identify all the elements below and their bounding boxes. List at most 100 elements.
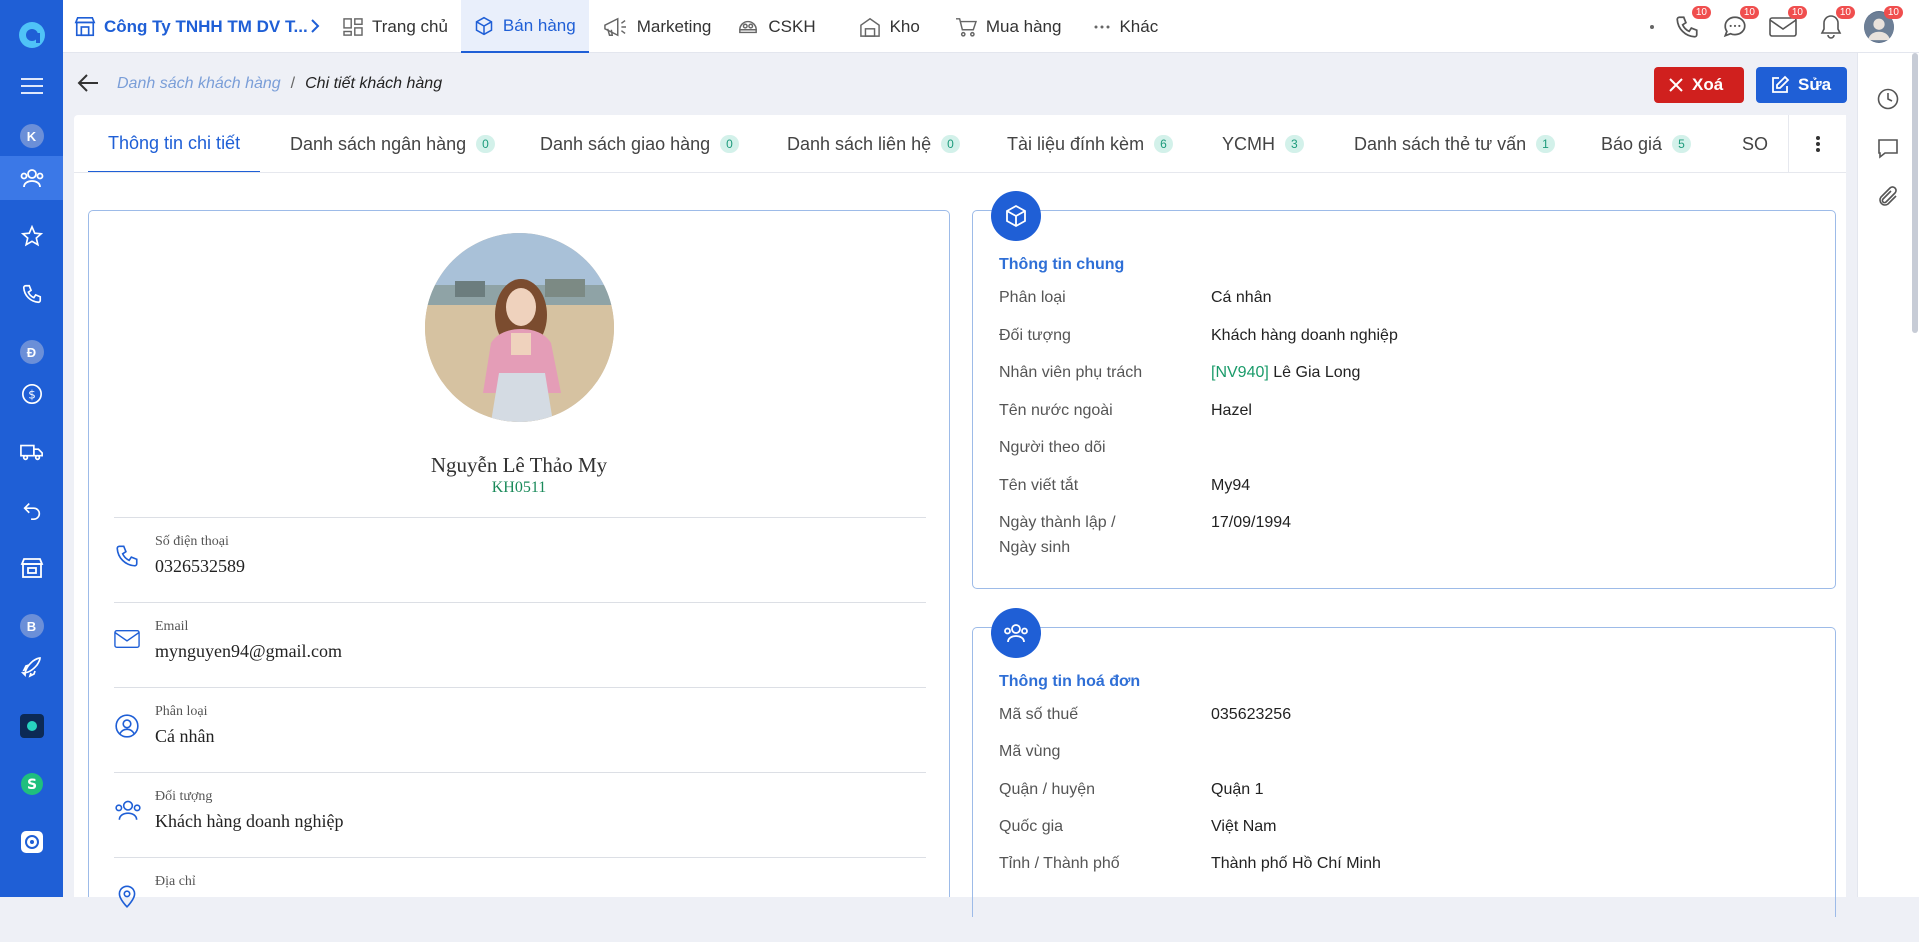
- info-label: Tỉnh / Thành phố: [999, 855, 1120, 872]
- nav-customer-care[interactable]: CSKH: [724, 0, 828, 53]
- sidebar-item-finance[interactable]: $: [0, 372, 63, 416]
- edit-button[interactable]: Sửa: [1756, 67, 1847, 103]
- profile-row-label: Email: [155, 619, 189, 634]
- user-menu[interactable]: 10: [1864, 5, 1903, 43]
- comments-button[interactable]: [1876, 136, 1902, 162]
- sidebar-item-app-3[interactable]: [0, 820, 63, 864]
- building-icon: [74, 16, 96, 36]
- nav-more-label: Khác: [1119, 16, 1159, 36]
- group-icon: [115, 800, 141, 820]
- nav-sales[interactable]: Bán hàng: [460, 0, 589, 53]
- chevron-right-icon: [311, 19, 320, 33]
- attachments-button[interactable]: [1876, 185, 1902, 211]
- info-label: Đối tượng: [999, 327, 1071, 344]
- tab-label: YCMH: [1222, 133, 1275, 154]
- app-logo[interactable]: [0, 13, 63, 57]
- sidebar-item-returns[interactable]: [0, 488, 63, 532]
- chat-button[interactable]: 10: [1720, 5, 1759, 42]
- notifications-button[interactable]: 10: [1816, 5, 1855, 42]
- left-sidebar: K Đ $ B S: [0, 0, 63, 897]
- general-info-panel: Thông tin chung Phân loại Cá nhân Đối tượ…: [972, 191, 1836, 589]
- nav-warehouse[interactable]: Kho: [829, 0, 933, 53]
- tab-ycmh[interactable]: YCMH 3: [1222, 115, 1304, 172]
- info-value: Quận 1: [1211, 781, 1264, 798]
- right-sidebar: [1857, 53, 1919, 897]
- tab-delivery-list[interactable]: Danh sách giao hàng 0: [540, 115, 739, 172]
- info-label: Mã số thuế: [999, 706, 1079, 723]
- users-icon: [20, 169, 43, 188]
- nav-more[interactable]: Khác: [1074, 0, 1171, 53]
- more-icon: [1094, 25, 1110, 28]
- tab-detail-info[interactable]: Thông tin chi tiết: [88, 115, 261, 172]
- tab-bank-list[interactable]: Danh sách ngân hàng 0: [290, 115, 495, 172]
- sidebar-item-launch[interactable]: [0, 646, 63, 690]
- nav-home[interactable]: Trang chủ: [330, 0, 461, 53]
- tab-count-badge: 0: [720, 135, 739, 153]
- sidebar-item-favorites[interactable]: [0, 214, 63, 258]
- phone-icon: [22, 284, 41, 304]
- invoice-info-badge: [991, 608, 1041, 658]
- rocket-icon: [20, 657, 41, 678]
- phone-button[interactable]: 10: [1672, 5, 1711, 42]
- sidebar-item-k[interactable]: K: [0, 114, 63, 158]
- mail-button[interactable]: 10: [1768, 5, 1807, 42]
- sidebar-item-b[interactable]: B: [0, 604, 63, 648]
- tab-so[interactable]: SO: [1742, 115, 1769, 172]
- sidebar-item-app-2[interactable]: S: [0, 762, 63, 806]
- customer-care-icon: [739, 20, 758, 33]
- nav-marketing[interactable]: Marketing: [589, 0, 725, 53]
- tab-label: Báo giá: [1601, 133, 1663, 154]
- invoice-info-panel: Thông tin hoá đơn Mã số thuế 035623256 Mã…: [972, 608, 1836, 917]
- cart-icon: [955, 17, 977, 37]
- top-actions: 10 10 10 10 10: [1650, 0, 1903, 53]
- page-scrollbar[interactable]: [1911, 53, 1919, 897]
- profile-row-phone: Số điện thoại 0326532589: [114, 517, 926, 602]
- tabs-more-button[interactable]: [1788, 115, 1846, 172]
- group-icon: [1004, 624, 1028, 643]
- profile-row-value: Khách hàng doanh nghiệp: [155, 811, 344, 831]
- customer-code: KH0511: [491, 479, 547, 496]
- sidebar-item-delivery[interactable]: [0, 430, 63, 474]
- employee-code[interactable]: [NV940]: [1211, 364, 1269, 381]
- kebab-menu-icon: [1815, 136, 1820, 152]
- profile-row-value: Cá nhân: [155, 726, 215, 746]
- profile-row-address: Địa chỉ: [114, 857, 926, 942]
- tab-consult-cards[interactable]: Danh sách thẻ tư vấn 1: [1354, 115, 1555, 172]
- info-label: Tên viết tắt: [999, 477, 1079, 494]
- history-button[interactable]: [1876, 87, 1902, 113]
- menu-toggle[interactable]: [0, 64, 63, 108]
- chat-badge: 10: [1739, 5, 1759, 19]
- info-label: Quốc gia: [999, 818, 1064, 835]
- sidebar-item-store[interactable]: [0, 546, 63, 590]
- nav-purchasing-label: Mua hàng: [985, 16, 1062, 36]
- profile-row-label: Địa chỉ: [155, 874, 196, 889]
- info-label: Người theo dõi: [999, 439, 1106, 456]
- tab-contact-list[interactable]: Danh sách liên hệ 0: [787, 115, 960, 172]
- main-nav: Trang chủ Bán hàng Marketing CSKH Kho Mu…: [330, 0, 1171, 53]
- tab-label: Thông tin chi tiết: [108, 132, 241, 153]
- sidebar-item-app-1[interactable]: [0, 704, 63, 748]
- sidebar-item-customers[interactable]: [0, 156, 63, 200]
- company-switcher[interactable]: Công Ty TNHH TM DV T...: [74, 0, 308, 53]
- tab-attachments[interactable]: Tài liệu đính kèm 6: [1007, 115, 1173, 172]
- info-value: Cá nhân: [1211, 289, 1272, 306]
- tab-quotes[interactable]: Báo giá 5: [1601, 115, 1691, 172]
- breadcrumb: Danh sách khách hàng / Chi tiết khách hà…: [117, 53, 442, 115]
- notifications-badge: 10: [1835, 5, 1855, 19]
- back-arrow-icon[interactable]: [77, 73, 99, 93]
- sidebar-item-calls[interactable]: [0, 272, 63, 316]
- tab-label: SO: [1742, 133, 1769, 154]
- s-badge-icon: S: [20, 773, 43, 795]
- delete-button[interactable]: Xoá: [1654, 67, 1744, 103]
- profile-row-email: Email mynguyen94@gmail.com: [114, 602, 926, 687]
- info-value: Khách hàng doanh nghiệp: [1211, 327, 1398, 344]
- svg-text:$: $: [28, 388, 36, 402]
- employee-name: Lê Gia Long: [1268, 364, 1361, 381]
- profile-row-segment: Đối tượng Khách hàng doanh nghiệp: [114, 772, 926, 857]
- scrollbar-thumb[interactable]: [1912, 53, 1918, 333]
- sidebar-item-d[interactable]: Đ: [0, 330, 63, 374]
- nav-purchasing[interactable]: Mua hàng: [933, 0, 1075, 53]
- tab-label: Tài liệu đính kèm: [1007, 133, 1145, 154]
- home-grid-icon: [343, 17, 363, 36]
- breadcrumb-parent-link[interactable]: Danh sách khách hàng: [117, 75, 281, 93]
